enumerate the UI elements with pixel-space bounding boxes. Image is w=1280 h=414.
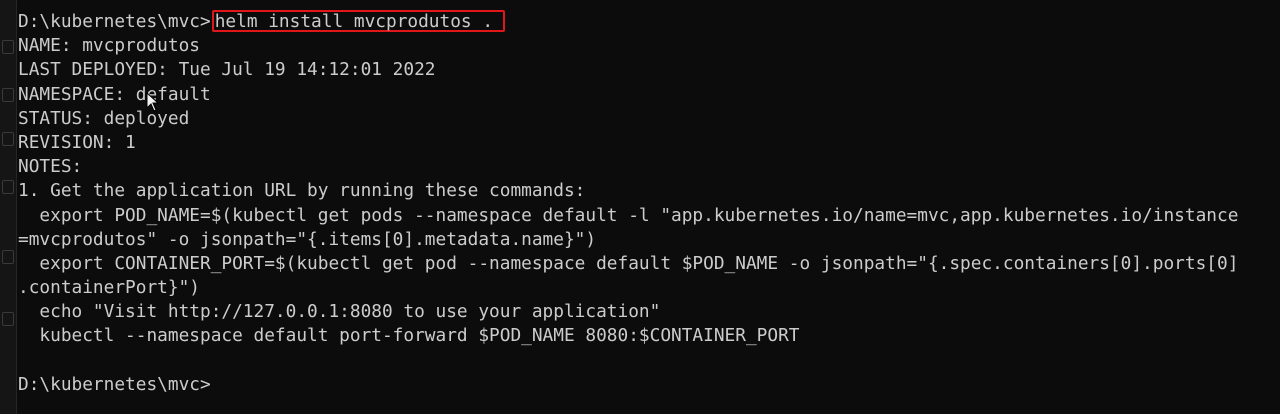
gutter-icon: [2, 88, 14, 102]
command-line: D:\kubernetes\mvc> helm install mvcprodut…: [18, 10, 1280, 34]
terminal-screen: D:\kubernetes\mvc> helm install mvcprodut…: [18, 10, 1280, 397]
output-line: =mvcprodutos" -o jsonpath="{.items[0].me…: [18, 228, 597, 250]
gutter-icon: [2, 180, 14, 194]
gutter-icon: [2, 40, 14, 54]
output-line: echo "Visit http://127.0.0.1:8080 to use…: [18, 301, 661, 323]
output-line: .containerPort}"): [18, 277, 200, 299]
output-line: export CONTAINER_PORT=$(kubectl get pod …: [18, 252, 1239, 274]
output-line: STATUS: deployed: [18, 107, 190, 129]
output-line: kubectl --namespace default port-forward…: [18, 325, 800, 347]
gutter-icon: [2, 250, 14, 264]
terminal-window[interactable]: D:\kubernetes\mvc> helm install mvcprodut…: [0, 0, 1280, 414]
prompt: D:\kubernetes\mvc>: [18, 373, 211, 395]
prompt: D:\kubernetes\mvc>: [18, 11, 211, 32]
prompt-line[interactable]: D:\kubernetes\mvc>: [18, 373, 1280, 397]
gutter-icon: [2, 132, 14, 146]
mouse-cursor-icon: [146, 92, 160, 112]
output-line: 1. Get the application URL by running th…: [18, 180, 586, 202]
gutter-icon: [2, 312, 14, 326]
output-line: NAMESPACE: default: [18, 83, 211, 105]
output-line: REVISION: 1: [18, 131, 136, 153]
output-line: export POD_NAME=$(kubectl get pods --nam…: [18, 204, 1239, 226]
output-line: NOTES:: [18, 156, 83, 178]
side-gutter: [0, 0, 17, 414]
highlighted-command: helm install mvcprodutos .: [211, 10, 506, 32]
output-line: NAME: mvcprodutos: [18, 35, 200, 57]
output-line: LAST DEPLOYED: Tue Jul 19 14:12:01 2022: [18, 59, 436, 81]
